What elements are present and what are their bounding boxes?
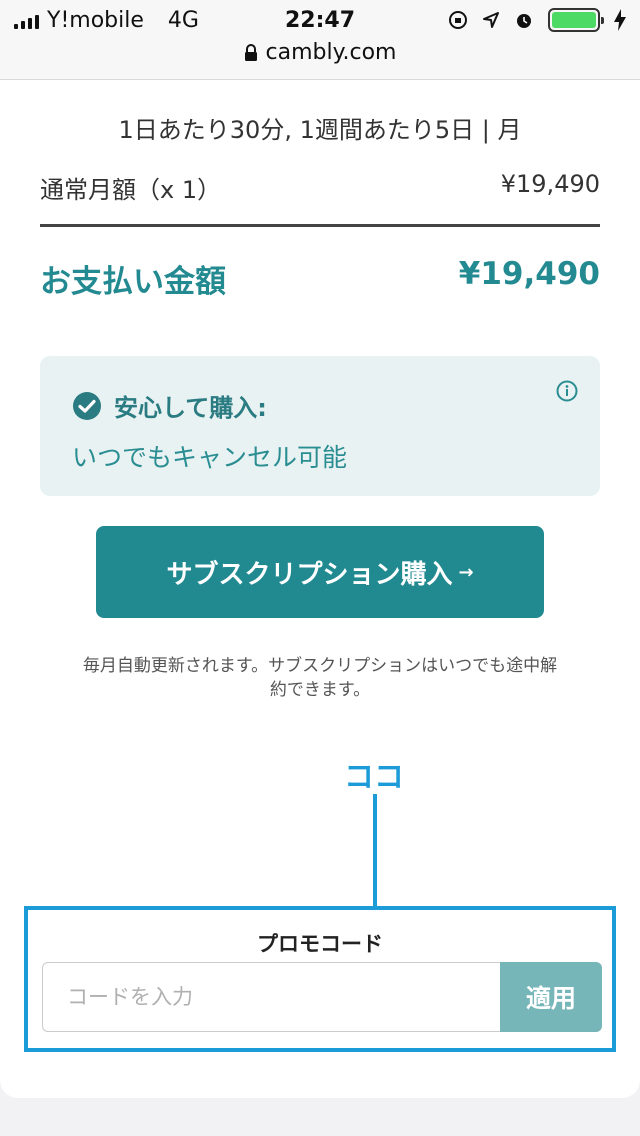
promo-code-title: プロモコード: [257, 932, 383, 956]
annotation-line: [373, 794, 377, 910]
info-icon[interactable]: [556, 380, 578, 402]
assurance-box: 安心して購入: いつでもキャンセル可能: [40, 356, 600, 496]
address-bar[interactable]: cambly.com: [0, 40, 640, 65]
divider: [40, 224, 600, 227]
rotation-lock-icon: [449, 11, 467, 29]
annotation-label: ココ: [344, 760, 404, 795]
location-arrow-icon: [483, 12, 499, 28]
total-row: お支払い金額 ¥19,490: [40, 256, 600, 301]
total-label: お支払い金額: [40, 264, 226, 300]
lock-icon: [244, 43, 257, 61]
purchase-subscription-button[interactable]: サブスクリプション購入 →: [96, 526, 544, 618]
total-price: ¥19,490: [458, 256, 600, 292]
apply-promo-button[interactable]: 適用: [500, 962, 602, 1032]
charging-bolt-icon: [614, 9, 626, 31]
check-circle-icon: [73, 391, 101, 420]
assurance-title: 安心して購入:: [114, 394, 267, 422]
alarm-icon: [517, 14, 531, 28]
auto-renew-note: 毎月自動更新されます。サブスクリプションはいつでも途中解約できます。: [82, 656, 558, 700]
status-bar: Y!mobile 4G 22:47 cambly.com: [0, 0, 640, 80]
assurance-subtitle: いつでもキャンセル可能: [72, 443, 348, 472]
promo-code-section: プロモコード 適用: [24, 906, 616, 1052]
status-right: [448, 8, 626, 32]
plan-description: 1日あたり30分, 1週間あたり5日 | 月: [118, 116, 522, 144]
purchase-button-label: サブスクリプション購入: [166, 559, 453, 590]
url-text: cambly.com: [265, 40, 397, 65]
arrow-right-icon: →: [458, 561, 474, 583]
checkout-card: 1日あたり30分, 1週間あたり5日 | 月 通常月額（x 1） ¥19,490…: [0, 80, 640, 1098]
promo-code-input[interactable]: [42, 962, 500, 1032]
battery-icon: [548, 8, 604, 32]
regular-price-row: 通常月額（x 1） ¥19,490: [40, 170, 600, 205]
assurance-header: 安心して購入:: [72, 388, 267, 423]
regular-price-label: 通常月額（x 1）: [40, 176, 222, 204]
regular-price-value: ¥19,490: [500, 170, 600, 198]
